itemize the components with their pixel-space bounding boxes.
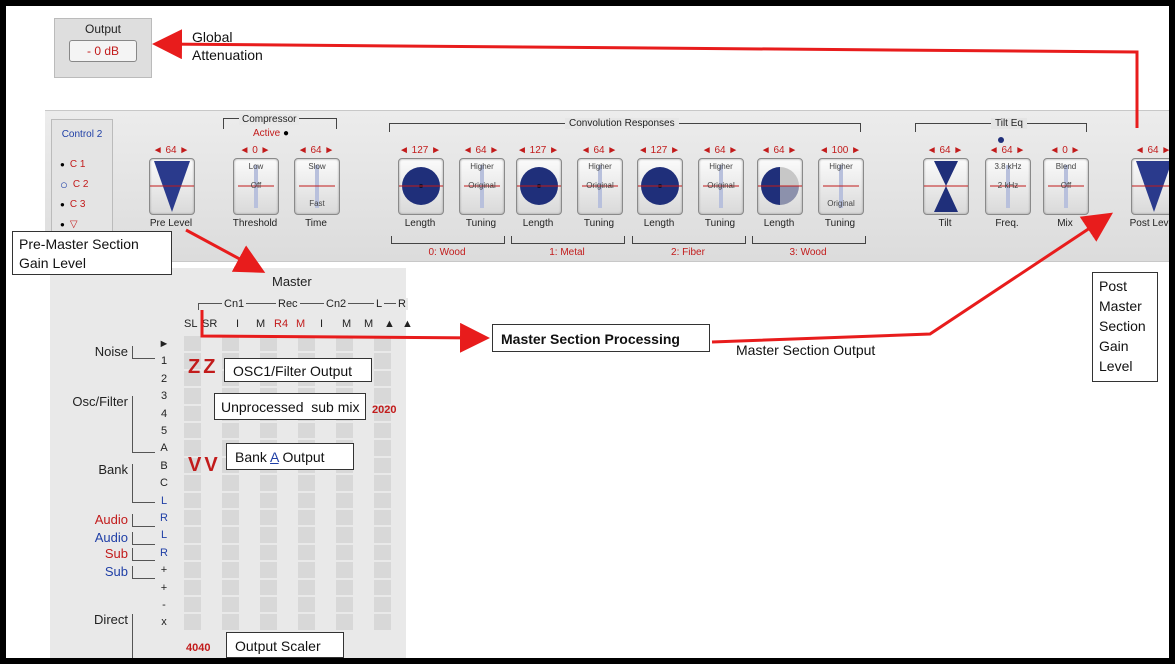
arrow-post-master [711,212,1114,344]
arrow-global-attenuation [152,29,1139,128]
annotation-arrows [152,29,1139,353]
annotated-screenshot: Output - 0 dB Global Attenuation Control… [6,6,1169,658]
arrow-pre-master [185,228,266,273]
arrow-master-processing [200,310,490,353]
